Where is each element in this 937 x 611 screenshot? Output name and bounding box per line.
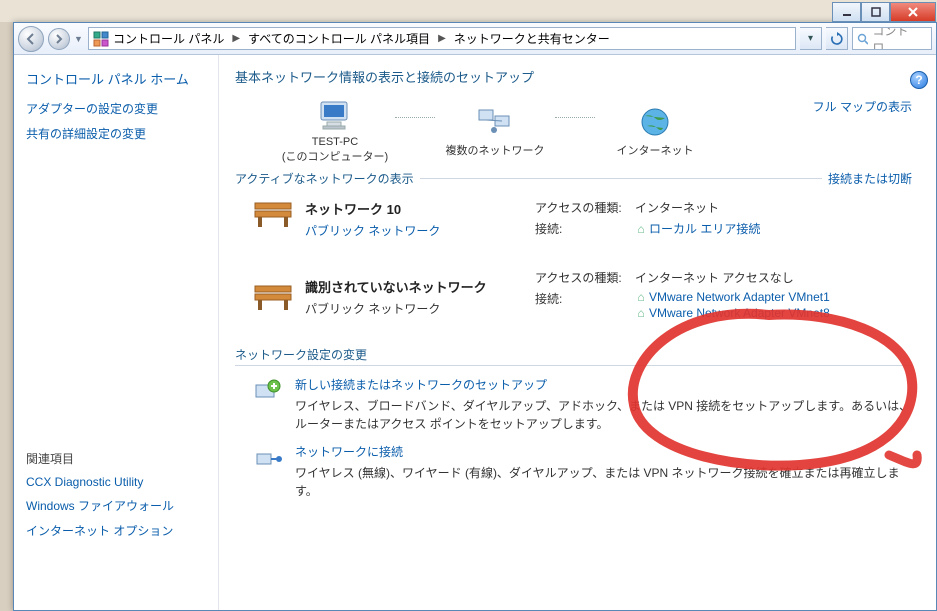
sidebar-task-sharing-settings[interactable]: 共有の詳細設定の変更 [26, 125, 206, 142]
map-connector [555, 117, 595, 118]
address-bar-row: ▼ コントロール パネル ▶ すべてのコントロール パネル項目 ▶ ネットワーク… [14, 23, 936, 55]
control-panel-icon [93, 31, 109, 47]
refresh-button[interactable] [826, 27, 848, 50]
network-name: ネットワーク 10 [305, 199, 440, 218]
related-header: 関連項目 [26, 450, 206, 467]
network-name: 識別されていないネットワーク [305, 277, 487, 296]
control-panel-home-link[interactable]: コントロール パネル ホーム [26, 69, 206, 88]
breadcrumb-item[interactable]: コントロール パネル [113, 30, 224, 47]
connection-link-local[interactable]: ローカル エリア接続 [649, 222, 760, 236]
close-button[interactable] [890, 2, 936, 22]
ethernet-icon: ⌂ [635, 222, 647, 236]
related-firewall[interactable]: Windows ファイアウォール [26, 497, 206, 514]
minimize-button[interactable] [832, 2, 861, 22]
map-node-label: TEST-PC [275, 136, 395, 148]
nav-history-dropdown[interactable]: ▼ [74, 34, 84, 44]
sidebar-task-adapter-settings[interactable]: アダプターの設定の変更 [26, 100, 206, 117]
settings-link[interactable]: ネットワークに接続 [295, 443, 912, 460]
active-networks-header: アクティブなネットワークの表示 接続または切断 [235, 170, 912, 187]
network-icon [435, 102, 555, 142]
ethernet-icon: ⌂ [635, 290, 647, 304]
settings-desc: ワイヤレス、ブロードバンド、ダイヤルアップ、アドホック、または VPN 接続をセ… [295, 397, 912, 433]
desktop-background [0, 0, 937, 22]
label-access-type: アクセスの種類: [535, 269, 635, 286]
related-ccx[interactable]: CCX Diagnostic Utility [26, 475, 206, 489]
search-placeholder: コントロ... [872, 27, 927, 50]
window-body: コントロール パネル ホーム アダプターの設定の変更 共有の詳細設定の変更 関連… [14, 55, 936, 610]
active-networks-title: アクティブなネットワークの表示 [235, 170, 414, 187]
page-title: 基本ネットワーク情報の表示と接続のセットアップ [235, 67, 912, 86]
map-node-pc[interactable]: TEST-PC (このコンピューター) [275, 96, 395, 164]
new-connection-icon [253, 376, 283, 406]
network-block-2: 識別されていないネットワーク パブリック ネットワーク アクセスの種類: インタ… [235, 269, 912, 324]
map-connector [395, 117, 435, 118]
chevron-right-icon[interactable]: ▶ [438, 33, 446, 44]
connect-disconnect-link[interactable]: 接続または切断 [828, 170, 912, 187]
nav-back-button[interactable] [18, 26, 44, 52]
bench-icon [253, 282, 293, 312]
search-icon [857, 33, 868, 45]
settings-item-connect: ネットワークに接続 ワイヤレス (無線)、ワイヤード (有線)、ダイヤルアップ、… [235, 443, 912, 500]
network-settings-header: ネットワーク設定の変更 [235, 346, 912, 366]
connection-link-vmnet8[interactable]: VMware Network Adapter VMnet8 [649, 306, 830, 320]
help-icon[interactable]: ? [910, 71, 928, 89]
settings-desc: ワイヤレス (無線)、ワイヤード (有線)、ダイヤルアップ、または VPN ネッ… [295, 464, 912, 500]
sidebar: コントロール パネル ホーム アダプターの設定の変更 共有の詳細設定の変更 関連… [14, 55, 219, 610]
explorer-window: ? ▼ コントロール パネル ▶ すべてのコントロール パネル項目 ▶ ネットワ… [13, 22, 937, 611]
search-input[interactable]: コントロ... [852, 27, 932, 50]
network-map: TEST-PC (このコンピューター) 複数のネットワーク [275, 96, 912, 164]
nav-forward-button[interactable] [48, 28, 70, 50]
breadcrumb[interactable]: コントロール パネル ▶ すべてのコントロール パネル項目 ▶ ネットワークと共… [88, 27, 796, 50]
settings-link[interactable]: 新しい接続またはネットワークのセットアップ [295, 376, 912, 393]
label-access-type: アクセスの種類: [535, 199, 635, 216]
chevron-right-icon[interactable]: ▶ [232, 33, 240, 44]
connection-link-vmnet1[interactable]: VMware Network Adapter VMnet1 [649, 290, 830, 304]
map-node-label: 複数のネットワーク [435, 142, 555, 158]
breadcrumb-item[interactable]: すべてのコントロール パネル項目 [248, 30, 430, 47]
divider [420, 178, 822, 179]
value-access-type: インターネット [635, 199, 912, 216]
label-connections: 接続: [535, 220, 635, 237]
related-internet-options[interactable]: インターネット オプション [26, 522, 206, 539]
window-controls [832, 2, 936, 22]
computer-icon [275, 96, 395, 136]
map-node-label: インターネット [595, 142, 715, 158]
ethernet-icon: ⌂ [635, 306, 647, 320]
bench-icon [253, 199, 293, 229]
map-node-sublabel: (このコンピューター) [275, 148, 395, 164]
sidebar-spacer [26, 150, 206, 450]
map-node-internet[interactable]: インターネット [595, 102, 715, 158]
network-block-1: ネットワーク 10 パブリック ネットワーク アクセスの種類: インターネット … [235, 199, 912, 241]
settings-item-new-connection: 新しい接続またはネットワークのセットアップ ワイヤレス、ブロードバンド、ダイヤル… [235, 376, 912, 433]
network-type-text: パブリック ネットワーク [305, 300, 487, 317]
maximize-button[interactable] [861, 2, 890, 22]
globe-icon [595, 102, 715, 142]
address-dropdown[interactable]: ▾ [800, 27, 822, 50]
label-connections: 接続: [535, 290, 635, 307]
map-node-multi[interactable]: 複数のネットワーク [435, 102, 555, 158]
value-access-type: インターネット アクセスなし [635, 269, 912, 286]
content-pane: 基本ネットワーク情報の表示と接続のセットアップ フル マップの表示 TEST-P… [219, 55, 936, 610]
network-type-link[interactable]: パブリック ネットワーク [305, 222, 440, 239]
connect-icon [253, 443, 283, 473]
breadcrumb-item[interactable]: ネットワークと共有センター [454, 30, 610, 47]
